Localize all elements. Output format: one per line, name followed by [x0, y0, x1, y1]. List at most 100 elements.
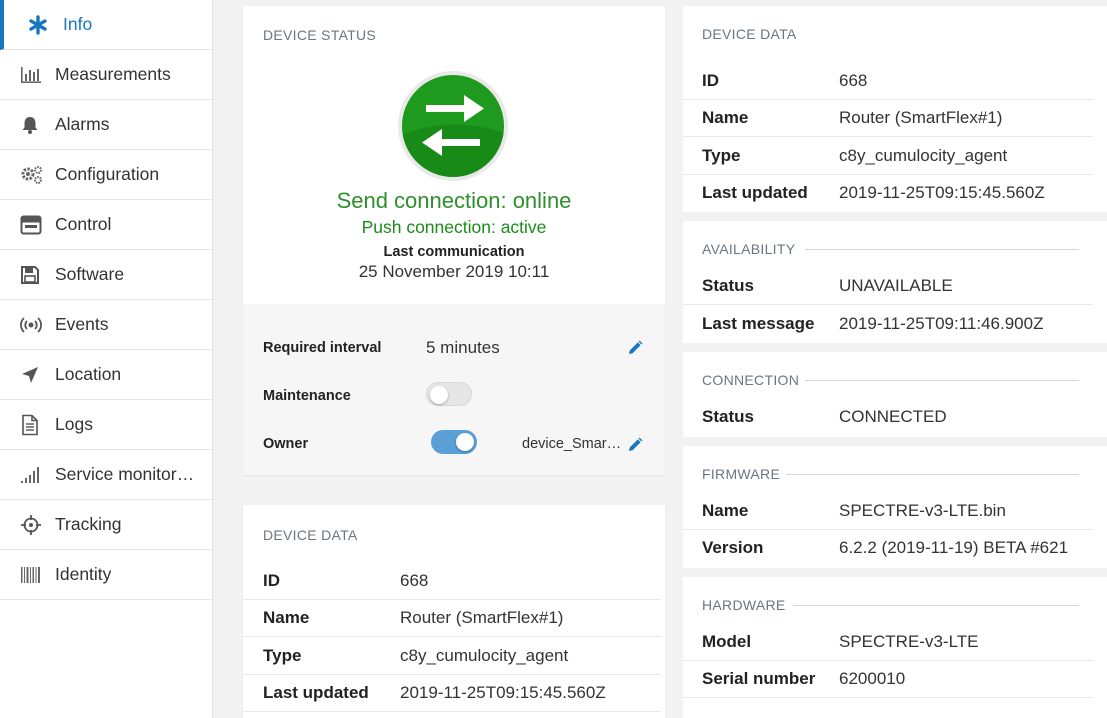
section-divider	[793, 605, 1079, 606]
sidebar-item-label: Events	[55, 314, 109, 334]
device-status-title: DEVICE STATUS	[263, 27, 377, 43]
table-row: Status CONNECTED	[683, 399, 1093, 436]
connection-title: CONNECTION	[702, 372, 800, 388]
crosshair-icon	[20, 514, 46, 536]
last-communication-label: Last communication	[383, 244, 525, 260]
row-key: Type	[263, 646, 302, 665]
status-settings-panel: Required interval 5 minutes Maintenance …	[243, 304, 665, 475]
firmware-section: FIRMWARE Name SPECTRE-v3-LTE.bin Version…	[683, 446, 1107, 568]
row-value: 668	[400, 571, 429, 590]
row-value: 2019-11-25T09:15:45.560Z	[839, 183, 1045, 202]
section-divider	[805, 249, 1079, 250]
asterisk-icon	[28, 14, 54, 36]
sidebar-item-events[interactable]: Events	[0, 300, 212, 350]
row-value: Router (SmartFlex#1)	[400, 608, 564, 627]
row-key: Last updated	[702, 183, 808, 202]
row-key: Name	[702, 108, 749, 127]
document-icon	[20, 414, 46, 436]
device-status-card: DEVICE STATUS Send connection: online Pu…	[243, 6, 665, 475]
device-data-section: DEVICE DATA ID 668 Name Router (SmartFle…	[683, 6, 1107, 212]
sidebar-item-label: Service monitoring	[55, 464, 195, 484]
table-row: Name SPECTRE-v3-LTE.bin	[683, 493, 1093, 530]
row-value: SPECTRE-v3-LTE	[839, 632, 979, 651]
device-data-title: DEVICE DATA	[263, 527, 358, 543]
sidebar-item-measurements[interactable]: Measurements	[0, 50, 212, 100]
sidebar-item-software[interactable]: Software	[0, 250, 212, 300]
connection-section: CONNECTION Status CONNECTED	[683, 352, 1107, 437]
row-value: CONNECTED	[839, 407, 947, 426]
table-row: Model SPECTRE-v3-LTE	[683, 624, 1093, 661]
row-key: Type	[702, 146, 741, 165]
row-value: c8y_cumulocity_agent	[400, 646, 569, 665]
sidebar-item-identity[interactable]: Identity	[0, 550, 212, 600]
sidebar-item-logs[interactable]: Logs	[0, 400, 212, 450]
location-arrow-icon	[20, 364, 46, 386]
owner-toggle[interactable]	[431, 430, 477, 454]
gears-icon	[20, 164, 46, 186]
sidebar: Info Measurements Alarms Configuration C…	[0, 0, 213, 718]
row-key: ID	[263, 571, 280, 590]
row-key: Name	[263, 608, 310, 627]
row-value: c8y_cumulocity_agent	[839, 146, 1008, 165]
table-row: Last updated 2019-11-25T09:15:45.560Z	[683, 175, 1093, 212]
table-row: Serial number 6200010	[683, 661, 1093, 698]
edit-owner-pencil-icon[interactable]	[627, 437, 643, 453]
table-row: Status UNAVAILABLE	[683, 268, 1093, 305]
row-key: Last message	[702, 314, 815, 333]
sidebar-item-label: Control	[55, 214, 112, 234]
sidebar-item-service-monitoring[interactable]: Service monitoring	[0, 450, 212, 500]
firmware-title: FIRMWARE	[702, 466, 781, 482]
table-row: ID 668	[683, 63, 1093, 100]
sidebar-item-tracking[interactable]: Tracking	[0, 500, 212, 550]
required-interval-label: Required interval	[263, 340, 382, 356]
bell-icon	[20, 114, 46, 136]
control-panel-icon	[20, 214, 46, 236]
send-connection-status: Send connection: online	[336, 188, 572, 213]
row-value: 6200010	[839, 669, 906, 688]
sidebar-nav: Info Measurements Alarms Configuration C…	[0, 0, 212, 600]
table-row: Type c8y_cumulocity_agent	[683, 138, 1093, 175]
sidebar-item-control[interactable]: Control	[0, 200, 212, 250]
row-value: 2019-11-25T09:11:46.900Z	[839, 314, 1044, 333]
device-details-panel: DEVICE DATA ID 668 Name Router (SmartFle…	[683, 6, 1107, 718]
broadcast-icon	[20, 314, 46, 336]
owner-value: device_SmartFlex#1	[522, 436, 622, 452]
row-key: Status	[702, 407, 754, 426]
device-data-title: DEVICE DATA	[702, 26, 797, 42]
sidebar-item-configuration[interactable]: Configuration	[0, 150, 212, 200]
row-key: Last updated	[263, 683, 369, 702]
sidebar-item-alarms[interactable]: Alarms	[0, 100, 212, 150]
push-connection-status: Push connection: active	[361, 217, 547, 237]
availability-title: AVAILABILITY	[702, 241, 796, 257]
table-row: ID 668	[243, 563, 661, 600]
last-communication-value: 25 November 2019 10:11	[358, 262, 550, 281]
sidebar-item-label: Alarms	[55, 114, 110, 134]
row-value: 2019-11-25T09:15:45.560Z	[400, 683, 606, 702]
sidebar-item-location[interactable]: Location	[0, 350, 212, 400]
device-data-card-lower: DEVICE DATA ID 668 Name Router (SmartFle…	[243, 505, 665, 718]
row-value: 668	[839, 71, 868, 90]
barcode-icon	[20, 564, 46, 586]
sidebar-item-info[interactable]: Info	[0, 0, 212, 50]
connection-arrows-icon	[398, 71, 508, 181]
row-key: Serial number	[702, 669, 816, 688]
row-value: UNAVAILABLE	[839, 276, 953, 295]
owner-label: Owner	[263, 436, 309, 452]
hardware-title: HARDWARE	[702, 597, 786, 613]
floppy-disk-icon	[20, 264, 46, 286]
section-divider	[805, 380, 1079, 381]
row-key: Model	[702, 632, 752, 651]
signal-icon	[20, 464, 46, 486]
row-value: Router (SmartFlex#1)	[839, 108, 1003, 127]
row-key: ID	[702, 71, 719, 90]
row-key: Version	[702, 538, 764, 557]
section-divider	[786, 474, 1079, 475]
availability-section: AVAILABILITY Status UNAVAILABLE Last mes…	[683, 221, 1107, 343]
row-value: SPECTRE-v3-LTE.bin	[839, 501, 1006, 520]
toggle-knob	[430, 386, 448, 404]
sidebar-item-label: Info	[63, 14, 93, 34]
sidebar-item-label: Configuration	[55, 164, 160, 184]
maintenance-label: Maintenance	[263, 388, 351, 404]
edit-interval-pencil-icon[interactable]	[627, 340, 643, 356]
maintenance-toggle[interactable]	[426, 382, 472, 406]
